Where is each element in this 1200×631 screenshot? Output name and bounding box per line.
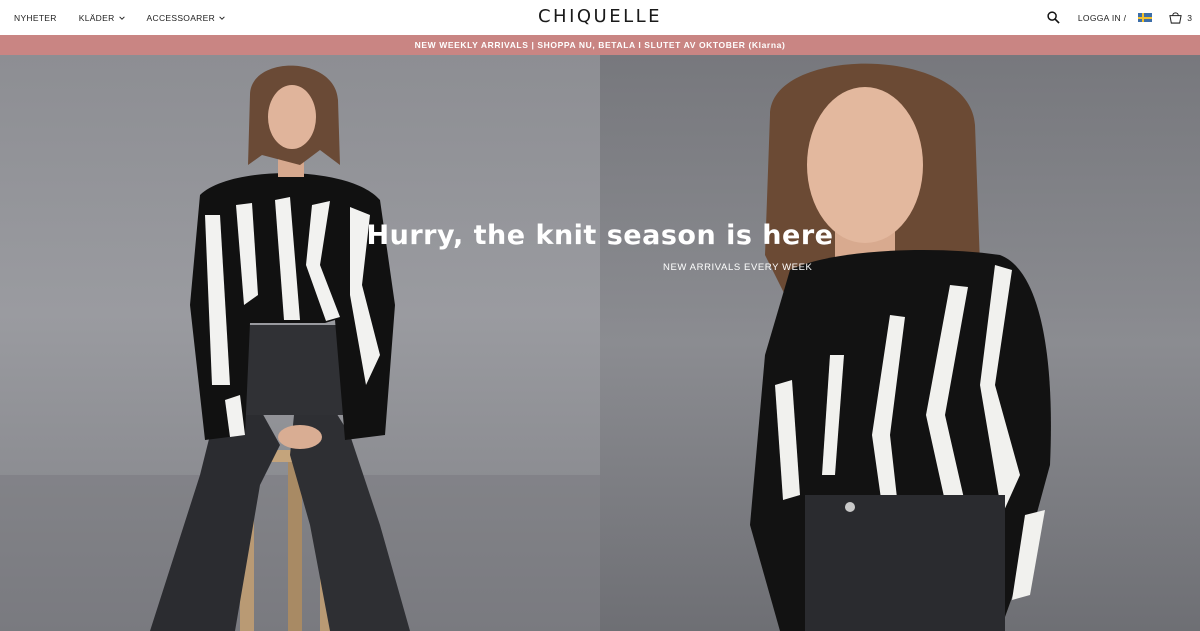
hero-subtitle[interactable]: NEW ARRIVALS EVERY WEEK — [663, 262, 812, 273]
promo-text: NEW WEEKLY ARRIVALS | SHOPPA NU, BETALA … — [414, 40, 786, 50]
chevron-down-icon — [219, 15, 225, 20]
model-portrait-illustration — [750, 63, 1051, 631]
hero-title[interactable]: Hurry, the knit season is here — [367, 220, 834, 251]
nav-item-klader[interactable]: KLÄDER — [79, 13, 125, 23]
hero-image-right[interactable] — [600, 55, 1200, 631]
nav-item-label: NYHETER — [14, 12, 57, 23]
login-link[interactable]: LOGGA IN / — [1078, 13, 1126, 23]
hero-banner[interactable]: Hurry, the knit season is here NEW ARRIV… — [0, 55, 1200, 631]
promo-banner[interactable]: NEW WEEKLY ARRIVALS | SHOPPA NU, BETALA … — [0, 35, 1200, 55]
cart-button[interactable]: 3 — [1168, 11, 1192, 24]
brand-logo[interactable]: CHIQUELLE — [538, 6, 662, 27]
nav-item-label: KLÄDER — [78, 12, 115, 23]
nav-item-accessoarer[interactable]: ACCESSOARER — [147, 13, 225, 23]
header-tools: LOGGA IN / 3 — [1047, 0, 1192, 35]
sweden-flag-icon[interactable] — [1138, 13, 1153, 22]
main-nav: NYHETER KLÄDER ACCESSOARER — [14, 0, 225, 35]
cart-count: 3 — [1187, 12, 1192, 23]
nav-item-label: ACCESSOARER — [146, 12, 216, 23]
hero-text-block: Hurry, the knit season is here NEW ARRIV… — [0, 220, 1200, 273]
search-icon[interactable] — [1047, 11, 1060, 24]
site-header: NYHETER KLÄDER ACCESSOARER CHIQUELLE LOG… — [0, 0, 1200, 35]
model-seated-illustration — [0, 65, 600, 631]
hero-image-left[interactable] — [0, 55, 600, 631]
chevron-down-icon — [118, 15, 125, 20]
shopping-bag-icon — [1169, 12, 1182, 24]
nav-item-nyheter[interactable]: NYHETER — [14, 13, 57, 23]
